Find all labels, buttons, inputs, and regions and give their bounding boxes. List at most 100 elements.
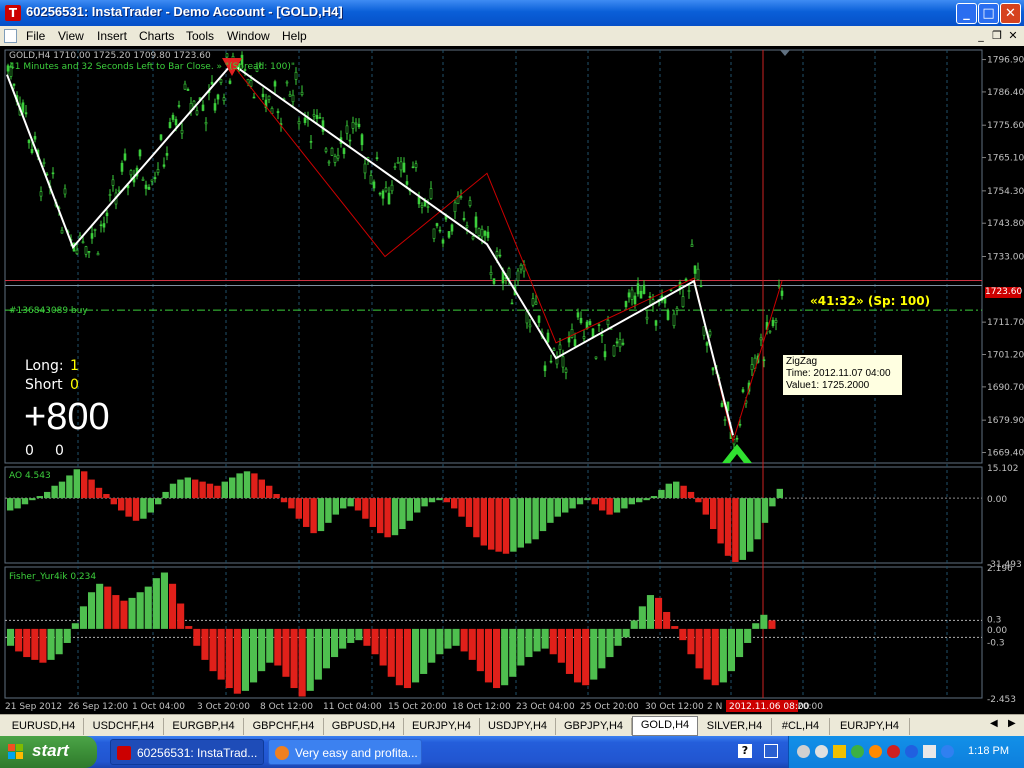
hist-bar xyxy=(14,498,21,509)
tab-eurjpy-2[interactable]: EURJPY,H4 xyxy=(830,718,910,735)
tab-eurusd[interactable]: EURUSD,H4 xyxy=(4,718,84,735)
hist-bar xyxy=(687,491,695,499)
close-button[interactable]: ✕ xyxy=(1000,3,1021,24)
candle-body xyxy=(216,94,220,100)
tab-usdchf[interactable]: USDCHF,H4 xyxy=(84,718,164,735)
hist-bar xyxy=(638,606,646,629)
hist-bar xyxy=(510,498,517,552)
menu-tools[interactable]: Tools xyxy=(186,29,214,43)
hist-bar xyxy=(569,498,576,509)
candle-body xyxy=(363,163,367,174)
hist-bar xyxy=(322,628,330,669)
hist-bar xyxy=(436,498,443,501)
tab-gbpusd[interactable]: GBPUSD,H4 xyxy=(324,718,404,735)
hist-bar xyxy=(391,498,399,536)
candle-body xyxy=(453,202,457,213)
minimize-button[interactable]: _ xyxy=(956,3,977,24)
tab-gbpchf[interactable]: GBPCHF,H4 xyxy=(244,718,324,735)
tab-eurjpy[interactable]: EURJPY,H4 xyxy=(404,718,480,735)
hist-bar xyxy=(118,498,125,511)
hist-bar xyxy=(110,498,117,505)
candle-body xyxy=(468,200,472,206)
hist-bar xyxy=(452,628,460,646)
chart-window[interactable]: 1796.90 1786.40 1775.60 1765.10 1754.30 1743.… xyxy=(0,46,1024,714)
zigzag-line xyxy=(6,58,783,463)
hist-bar xyxy=(47,628,55,660)
tab-silver[interactable]: SILVER,H4 xyxy=(698,718,772,735)
candle-body xyxy=(600,334,604,337)
candle-body xyxy=(117,189,121,192)
candle-body xyxy=(219,79,223,83)
window-title-bar[interactable]: T 60256531: InstaTrader - Demo Account -… xyxy=(0,0,1024,26)
hist-bar xyxy=(379,628,387,666)
hist-bar xyxy=(193,628,201,646)
tray-icon-8[interactable] xyxy=(923,745,936,758)
tray-icon-9[interactable] xyxy=(941,745,954,758)
hist-bar xyxy=(636,498,643,503)
candle-body xyxy=(534,301,538,305)
candle-body xyxy=(624,301,628,308)
candle-body xyxy=(138,149,142,157)
date-tick-label: 8 Oct 12:00 xyxy=(260,702,313,712)
tray-icon-6[interactable] xyxy=(887,745,900,758)
candle-body xyxy=(720,402,724,407)
candle-body xyxy=(711,367,715,371)
hist-bar xyxy=(96,583,104,629)
doc-close-button[interactable]: ✕ xyxy=(1006,29,1020,43)
menu-window[interactable]: Window xyxy=(227,29,270,43)
hist-bar xyxy=(525,628,533,658)
hist-bar xyxy=(428,628,436,663)
tab-cl[interactable]: #CL,H4 xyxy=(772,718,830,735)
candle-body xyxy=(519,264,523,270)
hist-bar xyxy=(406,498,413,521)
candle-body xyxy=(465,225,469,228)
candle-body xyxy=(642,284,646,294)
candle-body xyxy=(165,153,169,156)
tray-icon-4[interactable] xyxy=(851,745,864,758)
tab-gbpjpy[interactable]: GBPJPY,H4 xyxy=(556,718,632,735)
tab-scroll-left-icon[interactable]: ◀ xyxy=(990,718,998,729)
candle-body xyxy=(438,229,442,232)
candle-body xyxy=(762,359,766,361)
help-tray-icon[interactable]: ? xyxy=(738,744,752,758)
price-tick-label: 1743.80 xyxy=(987,219,1024,229)
tray-icon-1[interactable] xyxy=(797,745,810,758)
hist-bar xyxy=(120,600,128,629)
hist-bar xyxy=(250,628,258,683)
desktop-tray-icon[interactable] xyxy=(764,744,778,758)
candle-body xyxy=(381,190,385,199)
menu-view[interactable]: View xyxy=(58,29,84,43)
hist-bar xyxy=(622,628,630,638)
candle-body xyxy=(606,319,610,326)
candle-body xyxy=(399,161,403,171)
taskbar-browser[interactable]: Very easy and profita... xyxy=(268,739,422,765)
hist-bar xyxy=(606,628,614,658)
hist-bar xyxy=(229,477,236,499)
hist-bar xyxy=(160,572,168,629)
candle-body xyxy=(771,319,775,327)
hist-bar xyxy=(533,628,541,652)
tray-icon-3[interactable] xyxy=(833,745,846,758)
chart-tabs: EURUSD,H4 USDCHF,H4 EURGBP,H4 GBPCHF,H4 … xyxy=(0,714,1024,737)
menu-charts[interactable]: Charts xyxy=(139,29,174,43)
hist-bar xyxy=(387,628,395,677)
tab-gold[interactable]: GOLD,H4 xyxy=(632,716,698,736)
tray-icon-5[interactable] xyxy=(869,745,882,758)
doc-restore-button[interactable]: ❐ xyxy=(990,29,1004,43)
menu-file[interactable]: File xyxy=(26,29,45,43)
tray-icon-7[interactable] xyxy=(905,745,918,758)
start-button[interactable]: start xyxy=(0,736,97,768)
hist-bar xyxy=(502,498,510,554)
taskbar-instatrader[interactable]: 60256531: InstaTrad... xyxy=(110,739,264,765)
hist-bar xyxy=(468,628,476,660)
menu-help[interactable]: Help xyxy=(282,29,307,43)
tab-usdjpy[interactable]: USDJPY,H4 xyxy=(480,718,556,735)
hist-bar xyxy=(646,595,654,629)
doc-minimize-button[interactable]: _ xyxy=(974,29,988,43)
tab-eurgbp[interactable]: EURGBP,H4 xyxy=(164,718,244,735)
hist-bar xyxy=(443,498,450,503)
maximize-button[interactable]: □ xyxy=(978,3,999,24)
menu-insert[interactable]: Insert xyxy=(97,29,127,43)
tab-scroll-right-icon[interactable]: ▶ xyxy=(1008,718,1016,729)
tray-icon-2[interactable] xyxy=(815,745,828,758)
